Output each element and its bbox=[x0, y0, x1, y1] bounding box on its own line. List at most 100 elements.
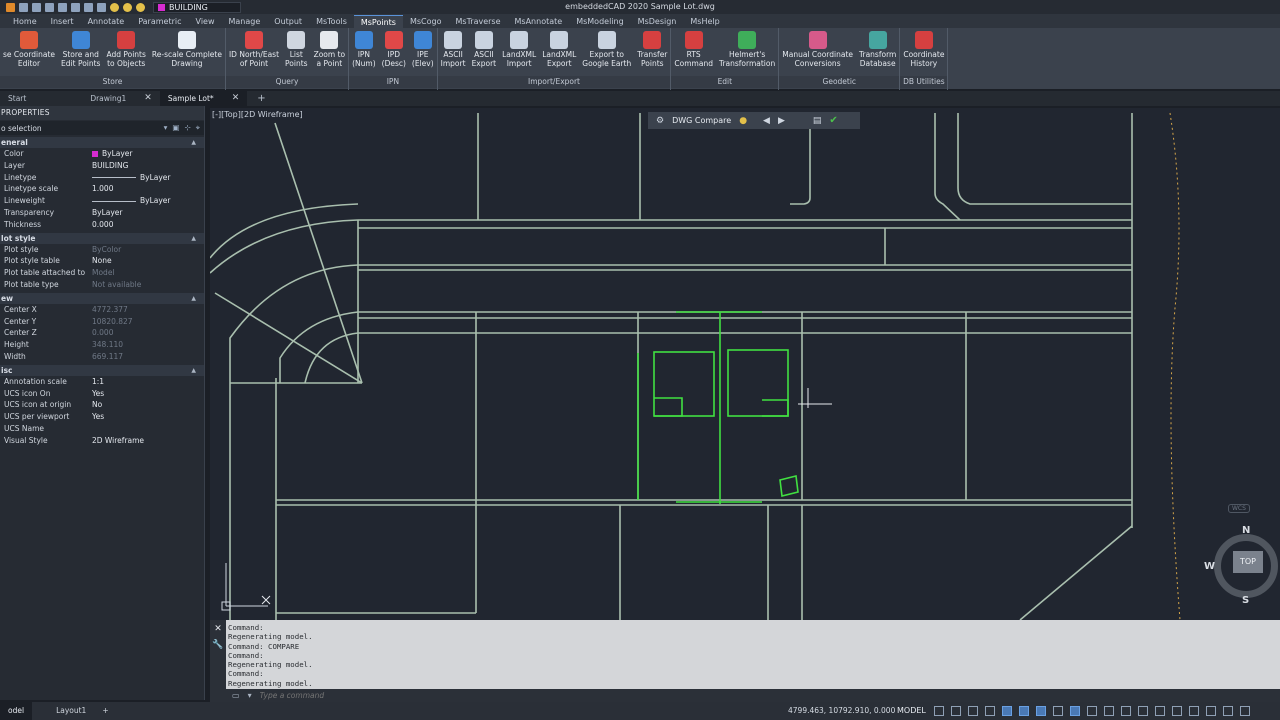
chevron-down-icon[interactable]: ▾ bbox=[248, 691, 252, 700]
property-value[interactable]: BUILDING bbox=[92, 160, 204, 172]
property-value[interactable]: ByLayer bbox=[92, 172, 204, 184]
ribbon-tab-manage[interactable]: Manage bbox=[222, 15, 268, 28]
ribbon-button-id-north-east-of-point[interactable]: ID North/East of Point bbox=[226, 28, 282, 76]
next-change-icon[interactable]: ▶ bbox=[778, 116, 785, 126]
property-row[interactable]: UCS icon On Yes bbox=[0, 388, 204, 400]
property-value[interactable]: Not available bbox=[92, 279, 204, 291]
collapse-icon[interactable]: ▲ bbox=[191, 365, 196, 376]
property-value[interactable]: 2D Wireframe bbox=[92, 435, 204, 447]
close-icon[interactable]: ✕ bbox=[144, 91, 152, 106]
properties-section-header[interactable]: ew ▲ bbox=[0, 292, 204, 304]
command-line-handle[interactable]: ✕ 🔧 bbox=[210, 620, 226, 702]
property-row[interactable]: Center X 4772.377 bbox=[0, 304, 204, 316]
annotation-scale-icon[interactable] bbox=[1121, 706, 1131, 716]
undo-icon[interactable] bbox=[84, 2, 93, 12]
select-objects-icon[interactable]: ⊹ bbox=[184, 123, 190, 133]
property-value[interactable] bbox=[92, 423, 204, 435]
property-row[interactable]: Transparency ByLayer bbox=[0, 207, 204, 219]
object-snap-icon[interactable] bbox=[1036, 706, 1046, 716]
ribbon-button-transform-database[interactable]: Transform Database bbox=[856, 28, 899, 76]
property-row[interactable]: UCS Name bbox=[0, 423, 204, 435]
property-row[interactable]: Plot style table None bbox=[0, 255, 204, 267]
previous-change-icon[interactable]: ◀ bbox=[763, 116, 770, 126]
doc-tab-drawing1[interactable]: Drawing1 ✕ bbox=[82, 91, 160, 106]
open-icon[interactable] bbox=[32, 2, 41, 12]
property-row[interactable]: Plot style ByColor bbox=[0, 244, 204, 256]
property-row[interactable]: Linetype scale 1.000 bbox=[0, 183, 204, 195]
property-value[interactable]: Yes bbox=[92, 388, 204, 400]
add-layout-icon[interactable]: + bbox=[94, 702, 116, 720]
collapse-icon[interactable]: ▲ bbox=[191, 293, 196, 304]
properties-section-header[interactable]: isc ▲ bbox=[0, 364, 204, 376]
ribbon-group-title[interactable]: IPN bbox=[349, 76, 437, 88]
property-value[interactable]: ByLayer bbox=[92, 195, 204, 207]
ribbon-tab-mshelp[interactable]: MsHelp bbox=[683, 15, 726, 28]
selection-dropdown[interactable]: o selection ▾ ▣ ⊹ ⌖ bbox=[0, 121, 204, 135]
command-prompt-icon[interactable]: ▭ bbox=[232, 691, 240, 700]
ribbon-button-helmert-s-transformation[interactable]: Helmert's Transformation bbox=[716, 28, 778, 76]
ribbon-button-rts-command[interactable]: RTS Command bbox=[671, 28, 716, 76]
layer-lock-icon[interactable] bbox=[136, 2, 145, 12]
property-row[interactable]: Center Y 10820.827 bbox=[0, 316, 204, 328]
new-tab-icon[interactable]: + bbox=[247, 93, 275, 104]
property-row[interactable]: Layer BUILDING bbox=[0, 160, 204, 172]
property-row[interactable]: Width 669.117 bbox=[0, 351, 204, 363]
object-snap-tracking-icon[interactable] bbox=[1019, 706, 1029, 716]
toggle-pickadd-icon[interactable]: ▣ bbox=[172, 123, 179, 133]
compass-north[interactable]: N bbox=[1242, 525, 1250, 536]
properties-section-header[interactable]: lot style ▲ bbox=[0, 232, 204, 244]
property-value[interactable]: 348.110 bbox=[92, 339, 204, 351]
ribbon-button-manual-coordinate-conversions[interactable]: Manual Coordinate Conversions bbox=[779, 28, 856, 76]
collapse-icon[interactable]: ▲ bbox=[191, 137, 196, 148]
property-row[interactable]: Center Z 0.000 bbox=[0, 327, 204, 339]
ribbon-button-coordinate-history[interactable]: Coordinate History bbox=[900, 28, 947, 76]
app-menu-icon[interactable] bbox=[6, 2, 15, 12]
ribbon-button-list-points[interactable]: List Points bbox=[282, 28, 311, 76]
ribbon-group-title[interactable]: DB Utilities bbox=[900, 76, 948, 88]
new-icon[interactable] bbox=[19, 2, 28, 12]
ribbon-button-re-scale-complete-drawing[interactable]: Re-scale Complete Drawing bbox=[149, 28, 225, 76]
property-value[interactable]: No bbox=[92, 399, 204, 411]
ribbon-button-export-to-google-earth[interactable]: Export to Google Earth bbox=[579, 28, 634, 76]
snapshot-icon[interactable]: ▤ bbox=[813, 116, 822, 126]
drawing-canvas[interactable]: [-][Top][2D Wireframe] ⚙ DWG Compare ● ◀… bbox=[210, 108, 1280, 620]
doc-tab-sample-lot[interactable]: Sample Lot* ✕ bbox=[159, 91, 248, 106]
property-value[interactable]: Yes bbox=[92, 411, 204, 423]
ribbon-group-title[interactable]: Geodetic bbox=[779, 76, 900, 88]
property-row[interactable]: Color ByLayer bbox=[0, 148, 204, 160]
ribbon-tab-mscogo[interactable]: MsCogo bbox=[403, 15, 449, 28]
model-tab[interactable]: odel bbox=[0, 702, 33, 720]
property-row[interactable]: Plot table type Not available bbox=[0, 279, 204, 291]
polar-icon[interactable] bbox=[985, 706, 995, 716]
ribbon-button-ascii-export[interactable]: ASCII Export bbox=[469, 28, 500, 76]
ribbon-group-title[interactable]: Store bbox=[0, 76, 225, 88]
ribbon-tab-insert[interactable]: Insert bbox=[44, 15, 81, 28]
ribbon-tab-view[interactable]: View bbox=[189, 15, 222, 28]
property-row[interactable]: Linetype ByLayer bbox=[0, 172, 204, 184]
ribbon-tab-mstools[interactable]: MsTools bbox=[309, 15, 354, 28]
ribbon-button-add-points-to-objects[interactable]: Add Points to Objects bbox=[103, 28, 148, 76]
print-icon[interactable] bbox=[71, 2, 80, 12]
annotation-visibility-icon[interactable] bbox=[1087, 706, 1097, 716]
ribbon-tab-parametric[interactable]: Parametric bbox=[131, 15, 188, 28]
chevron-down-icon[interactable]: ▾ bbox=[164, 123, 168, 133]
hardware-acceleration-icon[interactable] bbox=[1206, 706, 1216, 716]
ribbon-group-title[interactable]: Import/Export bbox=[437, 76, 671, 88]
ribbon-button-ascii-import[interactable]: ASCII Import bbox=[438, 28, 469, 76]
save-as-icon[interactable] bbox=[58, 2, 67, 12]
wrench-icon[interactable]: 🔧 bbox=[210, 640, 226, 650]
property-value[interactable]: 0.000 bbox=[92, 327, 204, 339]
save-icon[interactable] bbox=[45, 2, 54, 12]
property-row[interactable]: Height 348.110 bbox=[0, 339, 204, 351]
layer-freeze-icon[interactable] bbox=[123, 2, 132, 12]
ribbon-group-title[interactable]: Query bbox=[225, 76, 349, 88]
property-row[interactable]: Lineweight ByLayer bbox=[0, 195, 204, 207]
layer-dropdown[interactable]: BUILDING bbox=[153, 1, 241, 13]
layer-on-icon[interactable] bbox=[110, 2, 119, 12]
units-icon[interactable] bbox=[1172, 706, 1182, 716]
layout1-tab[interactable]: Layout1 bbox=[48, 702, 94, 720]
isolate-objects-icon[interactable] bbox=[1189, 706, 1199, 716]
property-value[interactable]: ByLayer bbox=[92, 148, 204, 160]
annotation-monitor-icon[interactable] bbox=[1155, 706, 1165, 716]
quick-select-icon[interactable]: ⌖ bbox=[196, 123, 200, 133]
